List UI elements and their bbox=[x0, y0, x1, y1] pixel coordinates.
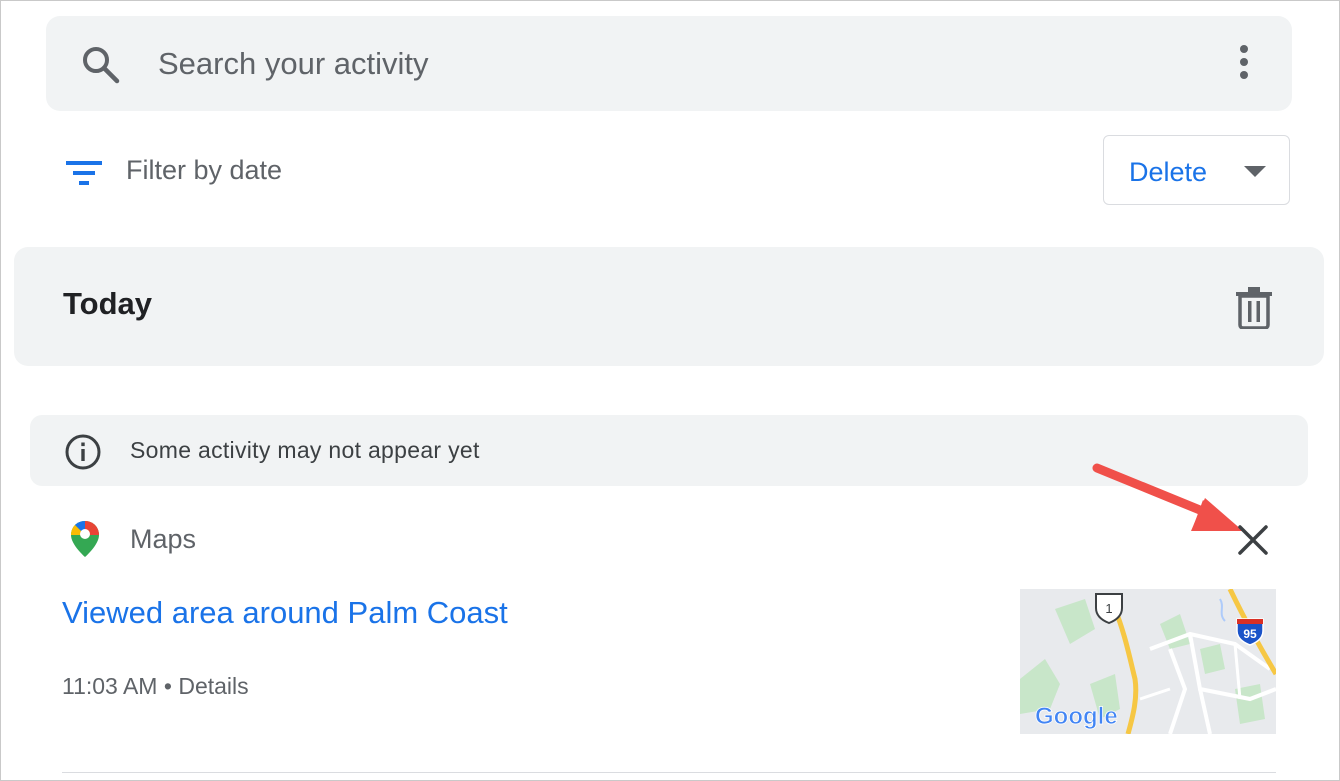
details-link[interactable]: Details bbox=[178, 673, 248, 699]
more-vert-icon[interactable] bbox=[1224, 42, 1264, 84]
caret-down-icon bbox=[1244, 166, 1266, 177]
trash-icon[interactable] bbox=[1234, 285, 1274, 329]
notice-text: Some activity may not appear yet bbox=[130, 437, 480, 463]
route-95-label: 95 bbox=[1243, 627, 1257, 641]
close-icon[interactable] bbox=[1236, 523, 1270, 557]
filter-by-date-button[interactable]: Filter by date bbox=[126, 155, 282, 186]
google-maps-icon bbox=[71, 521, 99, 557]
filter-list-icon[interactable] bbox=[64, 156, 106, 190]
map-watermark: Google bbox=[1035, 703, 1118, 730]
day-group-header bbox=[14, 247, 1324, 366]
route-1-label: 1 bbox=[1105, 601, 1112, 616]
delete-button-label: Delete bbox=[1129, 157, 1208, 187]
activity-time: 11:03 AM bbox=[62, 673, 158, 699]
info-icon bbox=[65, 434, 101, 470]
list-divider bbox=[62, 772, 1276, 773]
delete-dropdown-button[interactable]: Delete bbox=[1103, 135, 1290, 205]
search-icon[interactable] bbox=[80, 44, 120, 84]
day-group-title: Today bbox=[63, 286, 152, 321]
meta-separator: • bbox=[157, 673, 179, 699]
search-input[interactable] bbox=[158, 44, 1058, 84]
map-thumbnail[interactable]: 1 95 Google bbox=[1020, 589, 1276, 734]
activity-meta: 11:03 AM • Details bbox=[62, 673, 249, 700]
activity-title-link[interactable]: Viewed area around Palm Coast bbox=[62, 595, 508, 631]
activity-product-label: Maps bbox=[130, 524, 197, 554]
